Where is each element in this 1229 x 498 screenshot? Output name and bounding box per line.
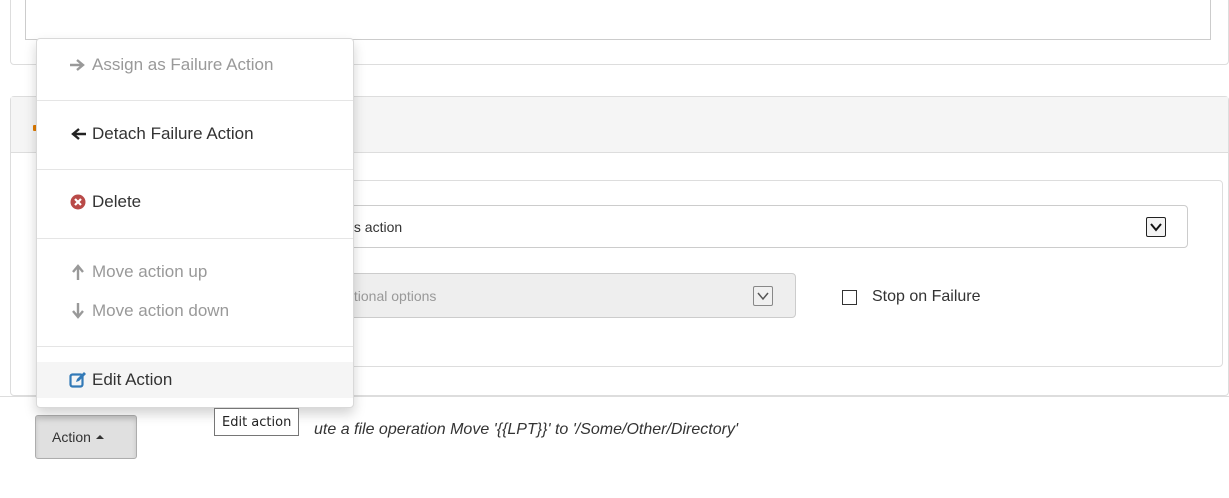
menu-divider [37, 169, 353, 170]
arrow-right-icon [69, 56, 87, 74]
edit-icon [69, 371, 87, 389]
chevron-down-icon[interactable] [1146, 217, 1166, 237]
menu-item-label: Edit Action [92, 370, 173, 389]
additional-options-placeholder: ditional options [343, 288, 437, 304]
menu-divider [37, 100, 353, 101]
action-dropdown-button[interactable]: Action [35, 415, 137, 459]
remove-sign-icon [69, 193, 87, 211]
menu-item-label: Move action down [92, 301, 230, 320]
caret-up-icon [95, 435, 104, 439]
menu-item-label: Delete [92, 192, 142, 211]
menu-item-label: Assign as Failure Action [92, 55, 274, 74]
menu-item-label: Detach Failure Action [92, 124, 254, 143]
stop-on-failure-option[interactable]: Stop on Failure [842, 288, 981, 306]
stop-on-failure-checkbox[interactable] [842, 289, 857, 305]
arrow-left-icon [69, 125, 87, 143]
menu-item-label: Move action up [92, 262, 208, 281]
menu-divider [37, 346, 353, 347]
action-description: ute a file operation Move '{{LPT}}' to '… [314, 421, 738, 438]
menu-item-detach-failure-action[interactable]: Detach Failure Action [37, 116, 353, 152]
stop-on-failure-label: Stop on Failure [872, 288, 981, 305]
menu-item-move-down[interactable]: Move action down [37, 293, 353, 329]
additional-options-select[interactable]: ditional options [300, 273, 796, 318]
text-area[interactable] [25, 0, 1211, 40]
action-button-label: Action [52, 429, 91, 445]
edit-action-tooltip: Edit action [214, 408, 300, 436]
arrow-up-icon [69, 263, 87, 281]
menu-item-assign-failure-action[interactable]: Assign as Failure Action [37, 47, 353, 83]
menu-divider [37, 238, 353, 239]
action-type-select[interactable]: his action [300, 205, 1188, 248]
action-dropdown-menu: Assign as Failure Action Detach Failure … [36, 38, 354, 408]
chevron-down-icon[interactable] [753, 286, 773, 306]
menu-item-edit-action[interactable]: Edit Action [37, 362, 353, 398]
menu-item-delete[interactable]: Delete [37, 184, 353, 220]
arrow-down-icon [69, 302, 87, 320]
menu-item-move-up[interactable]: Move action up [37, 254, 353, 290]
